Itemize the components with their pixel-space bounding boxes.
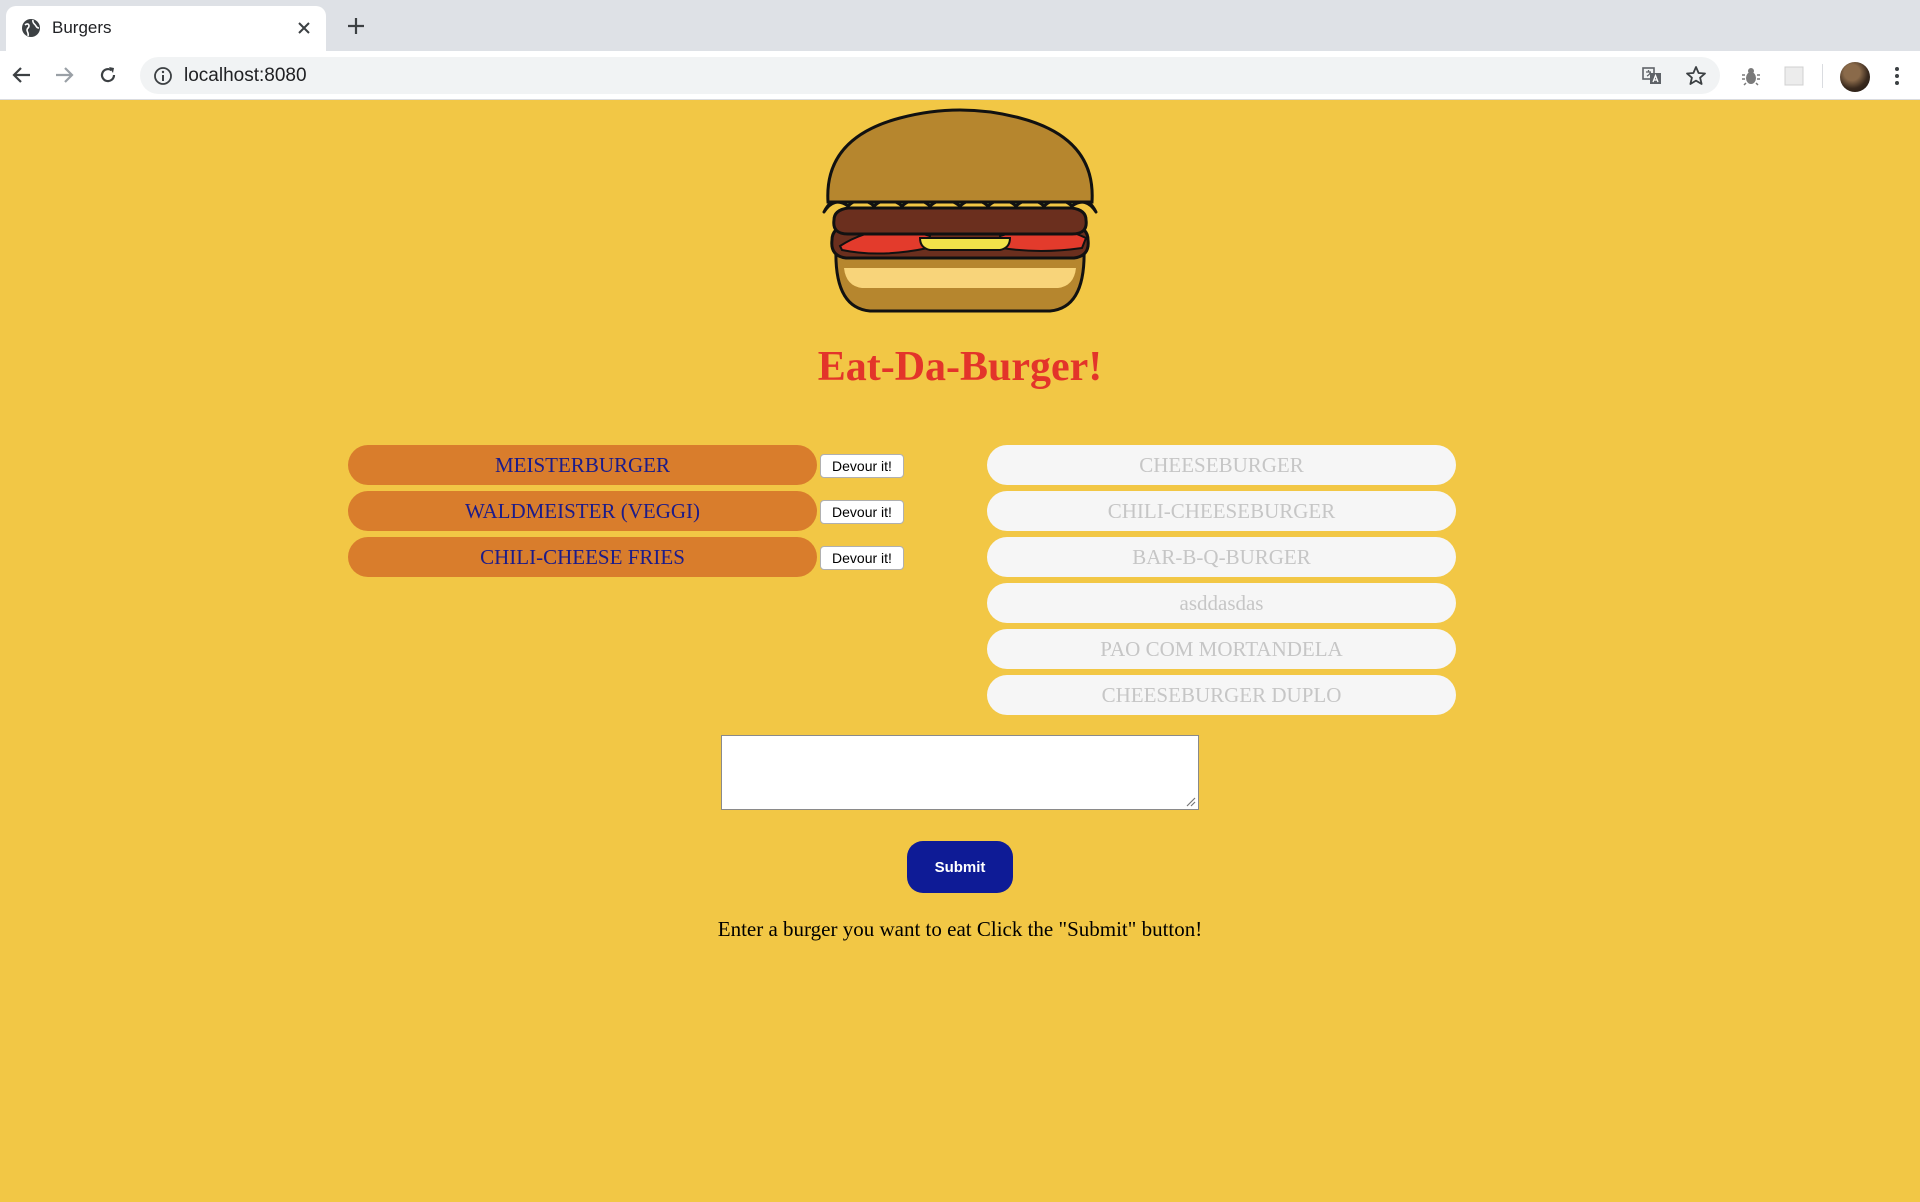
browser-tab-strip: Burgers bbox=[0, 0, 1920, 51]
globe-icon bbox=[20, 17, 42, 39]
browser-tab[interactable]: Burgers bbox=[6, 6, 326, 51]
plus-icon[interactable] bbox=[340, 10, 372, 42]
devoured-burger: CHILI-CHEESEBURGER bbox=[987, 491, 1456, 531]
devour-button[interactable]: Devour it! bbox=[820, 500, 904, 524]
page-content: Eat-Da-Burger! MEISTERBURGER Devour it! … bbox=[0, 101, 1920, 1202]
reload-icon[interactable] bbox=[92, 59, 124, 91]
devoured-burgers-list: CHEESEBURGER CHILI-CHEESEBURGER BAR-B-Q-… bbox=[987, 445, 1457, 721]
info-icon[interactable] bbox=[152, 65, 174, 87]
tab-title: Burgers bbox=[52, 18, 112, 37]
close-icon[interactable] bbox=[290, 14, 318, 42]
bug-extension-icon[interactable] bbox=[1736, 61, 1766, 91]
available-burgers-list: MEISTERBURGER Devour it! WALDMEISTER (VE… bbox=[348, 445, 908, 583]
resize-handle-icon[interactable] bbox=[1186, 797, 1196, 807]
address-bar[interactable]: localhost:8080 bbox=[140, 57, 1720, 94]
browser-toolbar: localhost:8080 bbox=[0, 51, 1920, 100]
devour-button[interactable]: Devour it! bbox=[820, 454, 904, 478]
translate-icon[interactable] bbox=[1640, 64, 1664, 88]
devoured-burger: CHEESEBURGER bbox=[987, 445, 1456, 485]
burger-name-input[interactable] bbox=[721, 735, 1199, 810]
star-icon[interactable] bbox=[1684, 64, 1708, 88]
page-title: Eat-Da-Burger! bbox=[817, 344, 1103, 390]
devoured-burger: PAO COM MORTANDELA bbox=[987, 629, 1456, 669]
devoured-burger: CHEESEBURGER DUPLO bbox=[987, 675, 1456, 715]
submit-button[interactable]: Submit bbox=[907, 841, 1013, 893]
extension-icon[interactable] bbox=[1779, 61, 1809, 91]
burger-name: MEISTERBURGER bbox=[348, 445, 817, 485]
devoured-burger: asddasdas bbox=[987, 583, 1456, 623]
avatar[interactable] bbox=[1840, 62, 1870, 92]
devour-button[interactable]: Devour it! bbox=[820, 546, 904, 570]
burger-name: WALDMEISTER (VEGGI) bbox=[348, 491, 817, 531]
back-arrow-icon[interactable] bbox=[6, 59, 38, 91]
forward-arrow-icon[interactable] bbox=[48, 59, 80, 91]
kebab-menu-icon[interactable] bbox=[1882, 61, 1912, 91]
devoured-burger: BAR-B-Q-BURGER bbox=[987, 537, 1456, 577]
list-item: WALDMEISTER (VEGGI) Devour it! bbox=[348, 491, 908, 531]
toolbar-divider bbox=[1822, 64, 1823, 88]
list-item: CHILI-CHEESE FRIES Devour it! bbox=[348, 537, 908, 577]
burger-name: CHILI-CHEESE FRIES bbox=[348, 537, 817, 577]
url-text[interactable]: localhost:8080 bbox=[184, 65, 307, 87]
instructions-text: Enter a burger you want to eat Click the… bbox=[717, 917, 1203, 941]
burger-logo bbox=[822, 108, 1098, 313]
list-item: MEISTERBURGER Devour it! bbox=[348, 445, 908, 485]
